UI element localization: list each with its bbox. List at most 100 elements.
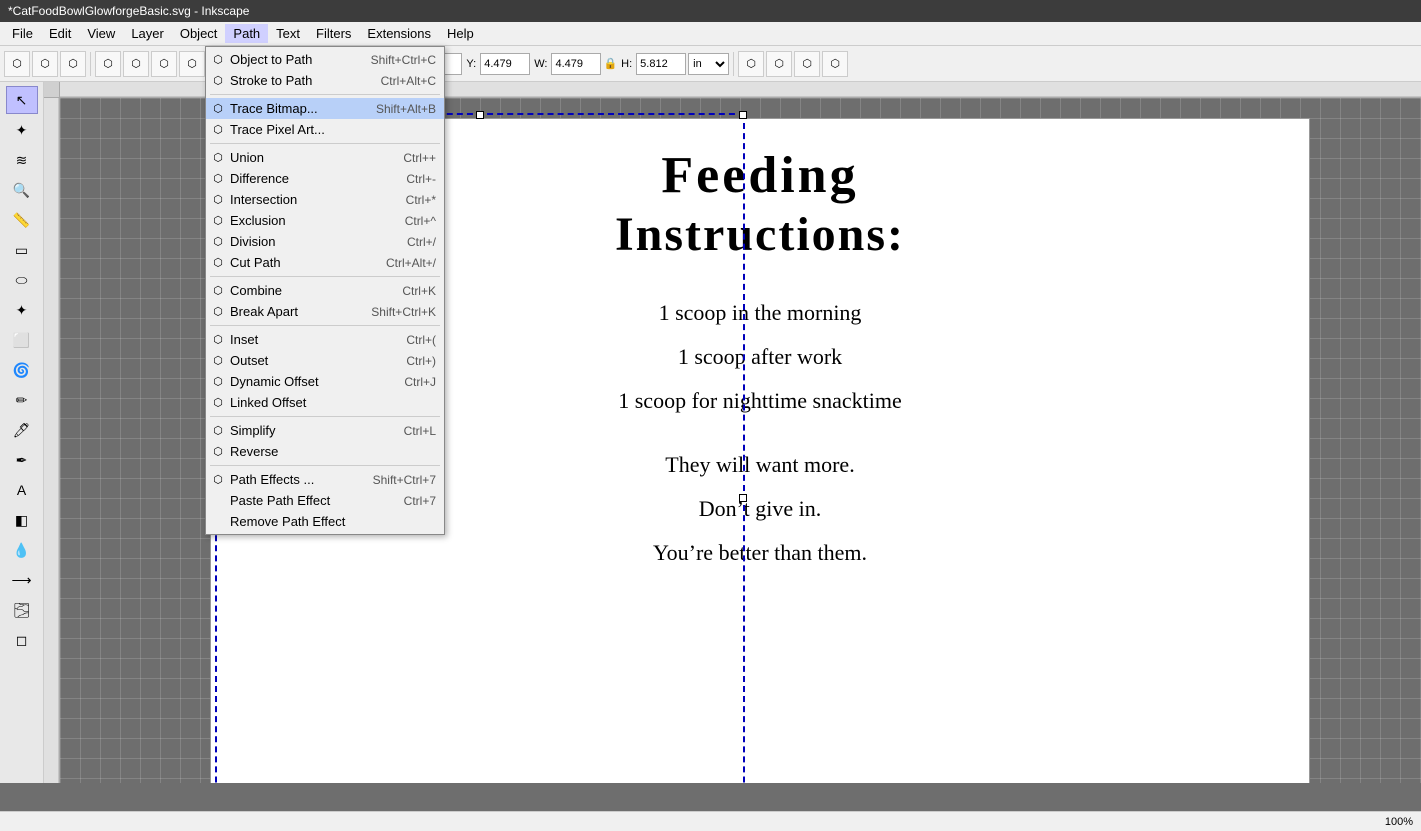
ruler-corner (44, 82, 60, 98)
menu-difference[interactable]: ⬡ Difference Ctrl+- (206, 168, 444, 189)
toolbar-sep5 (733, 52, 734, 76)
y-input[interactable] (480, 53, 530, 75)
menu-trace-pixel-art[interactable]: ⬡ Trace Pixel Art... (206, 119, 444, 140)
tool-dropper[interactable]: 💧 (6, 536, 38, 564)
menu-union[interactable]: ⬡ Union Ctrl++ (206, 147, 444, 168)
menu-path[interactable]: Path (225, 24, 268, 43)
toolbar-btn1[interactable]: ⬡ (95, 51, 121, 77)
tool-connector[interactable]: ⟶ (6, 566, 38, 594)
tool-node[interactable]: ✦ (6, 116, 38, 144)
union-icon: ⬡ (210, 150, 226, 166)
toolbar-btn2[interactable]: ⬡ (123, 51, 149, 77)
paste-path-effect-label: Paste Path Effect (230, 493, 330, 508)
tool-pencil[interactable]: ✏ (6, 386, 38, 414)
difference-label: Difference (230, 171, 289, 186)
menu-reverse[interactable]: ⬡ Reverse (206, 441, 444, 462)
menu-exclusion[interactable]: ⬡ Exclusion Ctrl+^ (206, 210, 444, 231)
menu-break-apart[interactable]: ⬡ Break Apart Shift+Ctrl+K (206, 301, 444, 322)
exclusion-label: Exclusion (230, 213, 286, 228)
menu-extensions[interactable]: Extensions (359, 24, 439, 43)
combine-icon: ⬡ (210, 283, 226, 299)
difference-shortcut: Ctrl+- (406, 172, 436, 186)
stroke-to-path-shortcut: Ctrl+Alt+C (381, 74, 436, 88)
tool-eraser[interactable]: ◻ (6, 626, 38, 654)
path-effects-shortcut: Shift+Ctrl+7 (373, 473, 436, 487)
toolbar-new[interactable]: ⬡ (4, 51, 30, 77)
tool-select[interactable]: ↖ (6, 86, 38, 114)
menu-inset[interactable]: ⬡ Inset Ctrl+( (206, 329, 444, 350)
break-apart-shortcut: Shift+Ctrl+K (371, 305, 436, 319)
cut-path-label: Cut Path (230, 255, 281, 270)
menu-filters[interactable]: Filters (308, 24, 359, 43)
menu-object[interactable]: Object (172, 24, 226, 43)
menu-help[interactable]: Help (439, 24, 482, 43)
menu-stroke-to-path[interactable]: ⬡ Stroke to Path Ctrl+Alt+C (206, 70, 444, 91)
toolbar-align1[interactable]: ⬡ (738, 51, 764, 77)
divider5 (210, 416, 440, 417)
h-input[interactable] (636, 53, 686, 75)
menu-division[interactable]: ⬡ Division Ctrl+/ (206, 231, 444, 252)
menu-linked-offset[interactable]: ⬡ Linked Offset (206, 392, 444, 413)
path-effects-icon: ⬡ (210, 472, 226, 488)
union-label: Union (230, 150, 264, 165)
reverse-label: Reverse (230, 444, 278, 459)
menu-bar: File Edit View Layer Object Path Text Fi… (0, 22, 1421, 46)
menu-edit[interactable]: Edit (41, 24, 79, 43)
menu-layer[interactable]: Layer (123, 24, 172, 43)
toolbar-align2[interactable]: ⬡ (766, 51, 792, 77)
menu-combine[interactable]: ⬡ Combine Ctrl+K (206, 280, 444, 301)
menu-paste-path-effect[interactable]: Paste Path Effect Ctrl+7 (206, 490, 444, 511)
menu-remove-path-effect[interactable]: Remove Path Effect (206, 511, 444, 532)
tool-calligraphy[interactable]: ✒ (6, 446, 38, 474)
menu-trace-bitmap[interactable]: ⬡ Trace Bitmap... Shift+Alt+B (206, 98, 444, 119)
menu-text[interactable]: Text (268, 24, 308, 43)
w-input[interactable] (551, 53, 601, 75)
divider1 (210, 94, 440, 95)
divider3 (210, 276, 440, 277)
toolbar-save[interactable]: ⬡ (60, 51, 86, 77)
tool-measure[interactable]: 📏 (6, 206, 38, 234)
path-dropdown-menu: ⬡ Object to Path Shift+Ctrl+C ⬡ Stroke t… (205, 46, 445, 535)
menu-outset[interactable]: ⬡ Outset Ctrl+) (206, 350, 444, 371)
difference-icon: ⬡ (210, 171, 226, 187)
tool-gradient[interactable]: ◧ (6, 506, 38, 534)
lock-icon[interactable]: 🔒 (603, 57, 617, 70)
menu-path-effects[interactable]: ⬡ Path Effects ... Shift+Ctrl+7 (206, 469, 444, 490)
divider2 (210, 143, 440, 144)
divider6 (210, 465, 440, 466)
tool-text[interactable]: A (6, 476, 38, 504)
menu-simplify[interactable]: ⬡ Simplify Ctrl+L (206, 420, 444, 441)
break-apart-label: Break Apart (230, 304, 298, 319)
h-label: H: (621, 58, 632, 70)
toolbar-btn4[interactable]: ⬡ (179, 51, 205, 77)
trace-bitmap-icon: ⬡ (210, 101, 226, 117)
division-shortcut: Ctrl+/ (407, 235, 436, 249)
menu-dynamic-offset[interactable]: ⬡ Dynamic Offset Ctrl+J (206, 371, 444, 392)
tool-star[interactable]: ✦ (6, 296, 38, 324)
menu-file[interactable]: File (4, 24, 41, 43)
tool-tweak[interactable]: ≋ (6, 146, 38, 174)
tool-spiral[interactable]: 🌀 (6, 356, 38, 384)
tool-circle[interactable]: ⬭ (6, 266, 38, 294)
menu-cut-path[interactable]: ⬡ Cut Path Ctrl+Alt+/ (206, 252, 444, 273)
object-to-path-label: Object to Path (230, 52, 312, 67)
menu-object-to-path[interactable]: ⬡ Object to Path Shift+Ctrl+C (206, 49, 444, 70)
toolbar-open[interactable]: ⬡ (32, 51, 58, 77)
division-icon: ⬡ (210, 234, 226, 250)
unit-select[interactable]: in mm px cm (688, 53, 729, 75)
toolbar-align3[interactable]: ⬡ (794, 51, 820, 77)
tool-pen[interactable]: 🖊 (6, 416, 38, 444)
stroke-to-path-icon: ⬡ (210, 73, 226, 89)
toolbar-align4[interactable]: ⬡ (822, 51, 848, 77)
menu-intersection[interactable]: ⬡ Intersection Ctrl+* (206, 189, 444, 210)
trace-bitmap-shortcut: Shift+Alt+B (376, 102, 436, 116)
tool-3d[interactable]: ⬜ (6, 326, 38, 354)
menu-view[interactable]: View (79, 24, 123, 43)
tool-spray[interactable]: 🌫 (6, 596, 38, 624)
tool-zoom[interactable]: 🔍 (6, 176, 38, 204)
toolbar-btn3[interactable]: ⬡ (151, 51, 177, 77)
object-to-path-icon: ⬡ (210, 52, 226, 68)
linked-offset-icon: ⬡ (210, 395, 226, 411)
intersection-label: Intersection (230, 192, 297, 207)
tool-rect[interactable]: ▭ (6, 236, 38, 264)
